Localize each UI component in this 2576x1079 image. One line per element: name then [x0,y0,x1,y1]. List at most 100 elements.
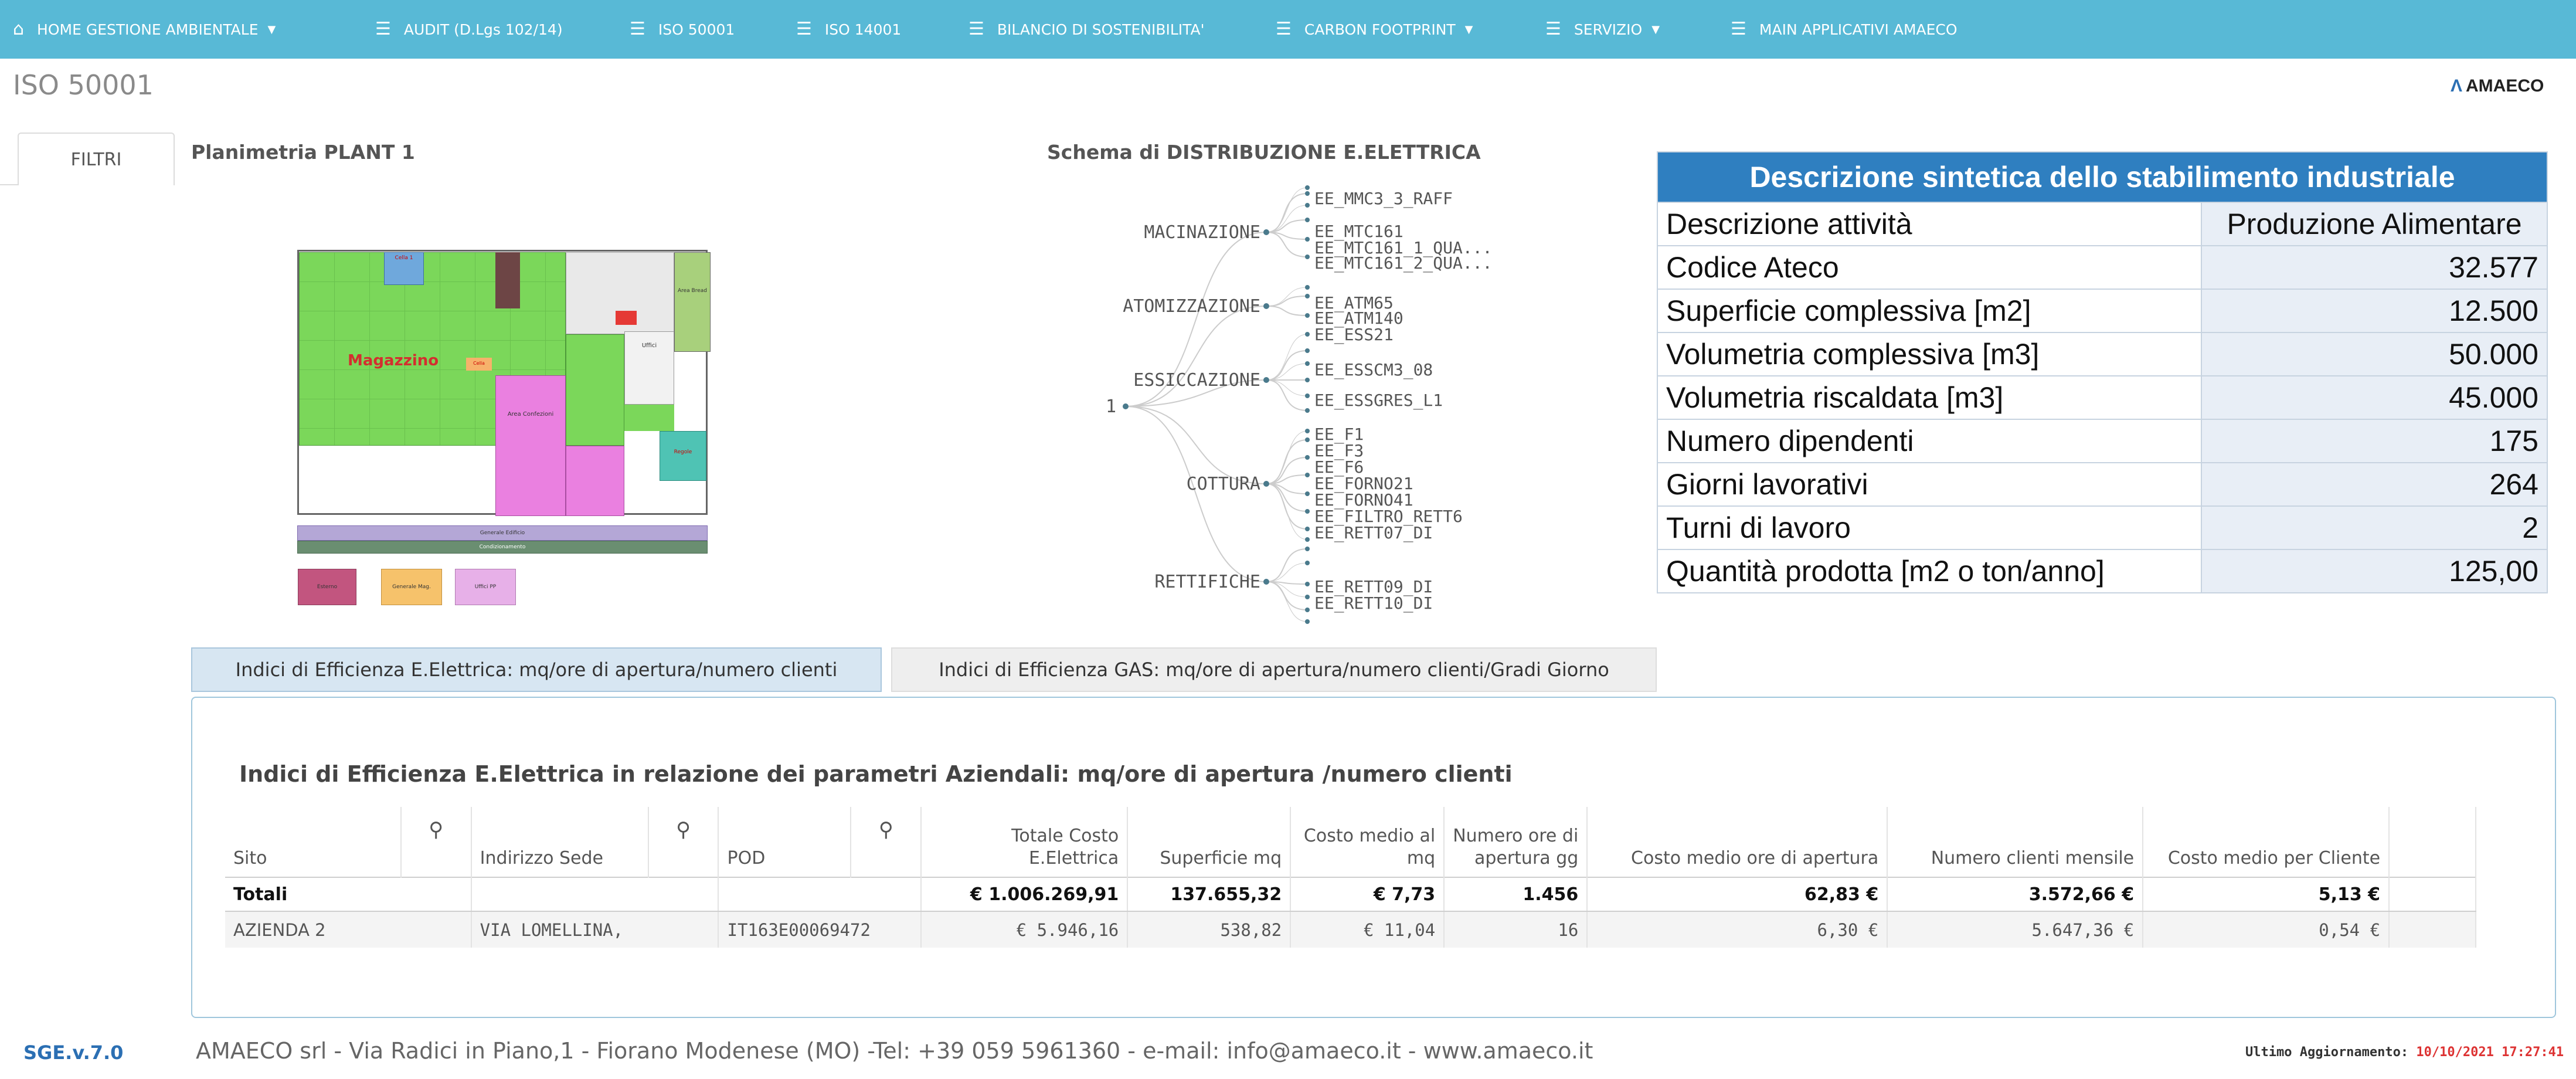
tree-root-label: 1 [1106,396,1116,417]
last-update-value: 10/10/2021 17:27:41 [2416,1045,2564,1060]
totals-label: Totali [225,877,472,912]
info-label: Descrizione attività [1657,202,2202,246]
nav-label: BILANCIO DI SOSTENIBILITA' [997,21,1205,38]
tree-leaf-label: EE_ESSGRES_L1 [1314,391,1443,410]
col-header-costo-medio-mq[interactable]: Costo medio al mq [1290,807,1445,877]
cell [471,877,719,912]
info-label: Numero dipendenti [1657,419,2202,463]
info-label: Volumetria complessiva [m3] [1657,332,2202,376]
page-title: ISO 50001 [13,69,154,101]
col-header-pod[interactable]: POD [718,807,852,877]
nav-audit[interactable]: ☰ AUDIT (D.Lgs 102/14) [375,18,563,41]
col-header-costo-cliente[interactable]: Costo medio per Cliente [2143,807,2390,877]
nav-label: CARBON FOOTPRINT [1304,21,1456,38]
info-value: 175 [2201,419,2548,463]
tree-leaf-labels: EE_MMC3_3_RAFF EE_MTC161 EE_MTC161_1_QUA… [1314,189,1492,613]
tab-efficienza-elettrica[interactable]: Indici di Efficienza E.Elettrica: mq/ore… [191,647,882,692]
tree-leaf-label: EE_RETT10_DI [1314,593,1433,613]
info-value: 32.577 [2201,245,2548,290]
totals-totale-costo: € 1.006.269,91 [921,877,1129,912]
company-info: AMAECO srl - Via Radici in Piano,1 - Fio… [196,1038,1593,1064]
nav-label: AUDIT (D.Lgs 102/14) [403,21,563,38]
info-row: Numero dipendenti 175 [1657,419,2548,463]
plan-title: Planimetria PLANT 1 [191,141,415,164]
totals-superficie: 137.655,32 [1127,877,1292,912]
version-label: SGE.v.7.0 [23,1041,124,1064]
search-icon: ⚲ [676,818,691,842]
info-value: Produzione Alimentare [2201,202,2548,246]
cell-sito: AZIENDA 2 [225,911,472,948]
nav-label: MAIN APPLICATIVI AMAECO [1759,21,1958,38]
header-line: E.Elettrica [1028,848,1119,868]
info-label: Codice Ateco [1657,245,2202,290]
header-line: Numero ore di [1453,826,1579,846]
logo-mark-icon: Λ [2451,76,2463,96]
col-header-totale-costo[interactable]: Totale Costo E.Elettrica [921,807,1129,877]
info-row: Giorni lavorativi 264 [1657,462,2548,507]
col-header-indirizzo[interactable]: Indirizzo Sede [471,807,649,877]
nav-label: ISO 14001 [824,21,902,38]
caret-down-icon: ▼ [1464,23,1473,36]
totals-clienti: 3.572,66 € [1887,877,2144,912]
menu-icon: ☰ [968,19,984,39]
grid-title: Indici di Efficienza E.Elettrica in rela… [239,761,1513,787]
search-sito-button[interactable]: ⚲ [400,807,472,877]
distribution-tree[interactable]: 1 MACINAZIONE ATOMIZZAZIONE ESSICCAZIONE… [1090,170,1677,639]
nav-servizio[interactable]: ☰ SERVIZIO ▼ [1545,18,1660,41]
search-indirizzo-button[interactable]: ⚲ [648,807,719,877]
header-line: Costo medio al [1303,826,1436,846]
totals-costo-medio-mq: € 7,73 [1290,877,1445,912]
amaeco-logo: Λ AMAECO [2451,76,2544,96]
last-update-label: Ultimo Aggiornamento: [2245,1045,2409,1060]
nav-home-gestione-ambientale[interactable]: ⌂ HOME GESTIONE AMBIENTALE ▼ [13,18,276,41]
cell [2389,877,2476,912]
caret-down-icon: ▼ [267,23,276,36]
cell-costo-ore: 6,30 € [1587,911,1888,948]
nav-carbon-footprint[interactable]: ☰ CARBON FOOTPRINT ▼ [1276,18,1473,41]
tree-leaf-label: EE_ESS21 [1314,325,1394,345]
cell-costo-cliente: 0,54 € [2143,911,2390,948]
col-header-ore-apertura[interactable]: Numero ore di apertura gg [1444,807,1588,877]
totals-costo-ore: 62,83 € [1587,877,1888,912]
nav-main-applicativi[interactable]: ☰ MAIN APPLICATIVI AMAECO [1731,18,1958,41]
col-header-superficie[interactable]: Superficie mq [1127,807,1292,877]
info-value: 50.000 [2201,332,2548,376]
plan-zone-red [616,311,637,325]
info-row: Descrizione attività Produzione Alimentar… [1657,202,2548,246]
col-header-sito[interactable]: Sito [225,807,402,877]
nav-iso-50001[interactable]: ☰ ISO 50001 [630,18,735,41]
info-row: Quantità prodotta [m2 o ton/anno] 125,00 [1657,549,2548,593]
info-row: Turni di lavoro 2 [1657,505,2548,550]
table-header-row: Sito ⚲ Indirizzo Sede ⚲ POD ⚲ Totale Cos… [225,807,2476,877]
nav-iso-14001[interactable]: ☰ ISO 14001 [796,18,901,41]
cell [2389,911,2476,948]
floor-plan-image[interactable]: Cella 1 Area Bread Uffici Magazzino Cell… [296,246,718,554]
menu-icon: ☰ [630,19,645,39]
cell-clienti: 5.647,36 € [1887,911,2144,948]
table-row[interactable]: AZIENDA 2 VIA LOMELLINA, IT163E00069472 … [225,911,2476,948]
col-header-costo-ore[interactable]: Costo medio ore di apertura [1587,807,1888,877]
tree-labels: 1 MACINAZIONE ATOMIZZAZIONE ESSICCAZIONE… [1106,222,1260,592]
plan-legend-uffici-pp: Uffici PP [455,569,516,605]
menu-icon: ☰ [796,19,812,39]
info-label: Quantità prodotta [m2 o ton/anno] [1657,549,2202,593]
menu-icon: ☰ [375,19,391,39]
tree-group-label: MACINAZIONE [1144,222,1260,243]
search-pod-button[interactable]: ⚲ [851,807,922,877]
plan-zone-green3 [624,405,674,431]
nav-bilancio-sostenibilita[interactable]: ☰ BILANCIO DI SOSTENIBILITA' [968,18,1204,41]
cell-totale-costo: € 5.946,16 [921,911,1129,948]
tab-efficienza-gas[interactable]: Indici di Efficienza GAS: mq/ore di aper… [891,647,1657,692]
plan-legend-generale-mag: Generale Mag. [381,569,442,605]
nav-label: ISO 50001 [658,21,735,38]
plan-zone-pink2 [566,446,624,516]
col-header-clienti[interactable]: Numero clienti mensile [1887,807,2144,877]
plan-band-generale: Generale Edificio [297,525,708,541]
header-line: Totale Costo [1011,826,1119,846]
header-line: apertura gg [1474,848,1579,868]
plan-zone-green2 [566,334,624,446]
search-icon: ⚲ [878,818,893,842]
filtri-tab[interactable]: FILTRI [18,133,175,185]
plant-description-table: Descrizione sintetica dello stabilimento… [1657,151,2548,593]
totals-costo-cliente: 5,13 € [2143,877,2390,912]
